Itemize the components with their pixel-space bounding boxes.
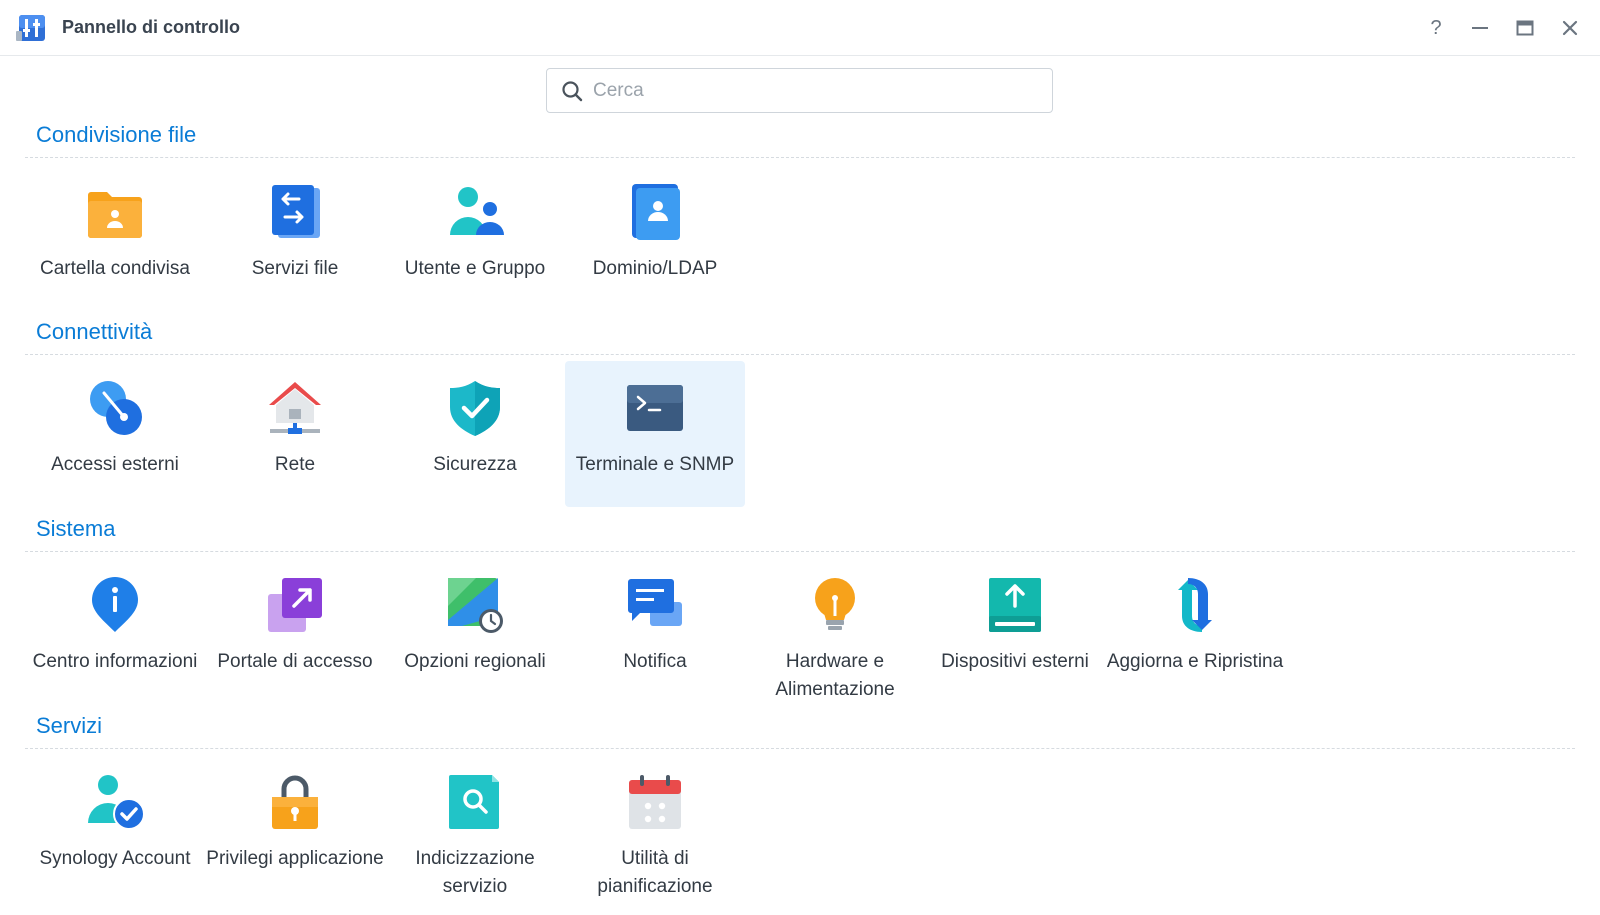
item-label: Privilegi applicazione	[206, 848, 384, 869]
item-label: Synology Account	[39, 848, 191, 869]
application-privileges-icon	[272, 775, 318, 829]
notification-icon	[628, 579, 682, 626]
section-title-services: Servizi	[36, 713, 103, 738]
item-indexing-service[interactable]: Indicizzazione servizio	[385, 755, 565, 901]
terminal-icon	[627, 385, 683, 431]
item-network[interactable]: Rete	[205, 361, 385, 507]
item-label: Sicurezza	[433, 454, 517, 475]
item-hardware-power[interactable]: Hardware e Alimentazione	[745, 558, 925, 704]
section-divider	[25, 551, 1575, 552]
item-label: Notifica	[623, 651, 687, 672]
domain-ldap-icon	[632, 184, 680, 240]
synology-account-icon	[88, 775, 144, 830]
task-scheduler-icon	[629, 775, 681, 829]
item-domain-ldap[interactable]: Dominio/LDAP	[565, 165, 745, 311]
item-label: Dominio/LDAP	[592, 258, 718, 279]
regional-options-icon	[448, 578, 503, 633]
minimize-icon	[1472, 27, 1488, 29]
section-title-connectivity: Connettività	[36, 319, 153, 344]
item-label: Hardware e Alimentazione	[775, 651, 895, 700]
item-external-devices[interactable]: Dispositivi esterni	[925, 558, 1105, 704]
item-external-access[interactable]: Accessi esterni	[25, 361, 205, 507]
search-icon	[562, 81, 583, 102]
item-file-services[interactable]: Servizi file	[205, 165, 385, 311]
indexing-service-icon	[449, 775, 499, 829]
minimize-button[interactable]	[1466, 14, 1494, 42]
external-access-icon	[90, 381, 142, 435]
item-info-center[interactable]: Centro informazioni	[25, 558, 205, 704]
network-icon	[269, 382, 321, 434]
item-terminal-snmp[interactable]: Terminale e SNMP	[565, 361, 745, 507]
update-restore-icon	[1178, 578, 1212, 632]
shared-folder-icon	[88, 192, 142, 238]
section-divider	[25, 748, 1575, 749]
item-label: Dispositivi esterni	[941, 651, 1089, 672]
item-label: Centro informazioni	[32, 651, 198, 672]
item-regional-options[interactable]: Opzioni regionali	[385, 558, 565, 704]
control-panel-app-icon	[16, 15, 45, 41]
hardware-power-icon	[815, 578, 855, 630]
info-center-icon	[92, 577, 138, 632]
item-user-group[interactable]: Utente e Gruppo	[385, 165, 565, 311]
search-box[interactable]	[546, 68, 1053, 113]
item-security[interactable]: Sicurezza	[385, 361, 565, 507]
maximize-icon	[1516, 20, 1534, 36]
item-label: Servizi file	[251, 258, 339, 279]
maximize-button[interactable]	[1511, 14, 1539, 42]
help-button[interactable]: ?	[1422, 14, 1450, 42]
item-label: Cartella condivisa	[40, 258, 190, 279]
item-application-privileges[interactable]: Privilegi applicazione	[205, 755, 385, 901]
window-title: Pannello di controllo	[62, 17, 241, 37]
file-services-icon	[272, 185, 320, 238]
item-update-restore[interactable]: Aggiorna e Ripristina	[1105, 558, 1285, 704]
item-shared-folder[interactable]: Cartella condivisa	[25, 165, 205, 311]
item-label: Terminale e SNMP	[575, 454, 735, 475]
close-icon	[1562, 20, 1578, 36]
item-label: Rete	[274, 454, 316, 475]
item-notification[interactable]: Notifica	[565, 558, 745, 704]
external-devices-icon	[989, 578, 1041, 632]
help-icon: ?	[1430, 16, 1442, 39]
title-bar: Pannello di controllo ?	[0, 0, 1600, 56]
item-label: Opzioni regionali	[404, 651, 546, 672]
item-label: Portale di accesso	[217, 651, 373, 672]
section-divider	[25, 354, 1575, 355]
close-button[interactable]	[1556, 14, 1584, 42]
section-title-system: Sistema	[36, 516, 116, 541]
login-portal-icon	[268, 578, 322, 632]
item-label: Utilità di pianificazione	[597, 848, 713, 897]
item-label: Aggiorna e Ripristina	[1106, 651, 1284, 672]
item-label: Indicizzazione servizio	[415, 848, 535, 897]
security-shield-icon	[450, 381, 500, 436]
search-input[interactable]	[593, 77, 1033, 105]
item-synology-account[interactable]: Synology Account	[25, 755, 205, 901]
item-login-portal[interactable]: Portale di accesso	[205, 558, 385, 704]
item-label: Accessi esterni	[51, 454, 179, 475]
item-task-scheduler[interactable]: Utilità di pianificazione	[565, 755, 745, 901]
item-label: Utente e Gruppo	[404, 258, 546, 279]
section-divider	[25, 157, 1575, 158]
user-group-icon	[450, 187, 504, 235]
section-title-file-sharing: Condivisione file	[36, 122, 197, 147]
